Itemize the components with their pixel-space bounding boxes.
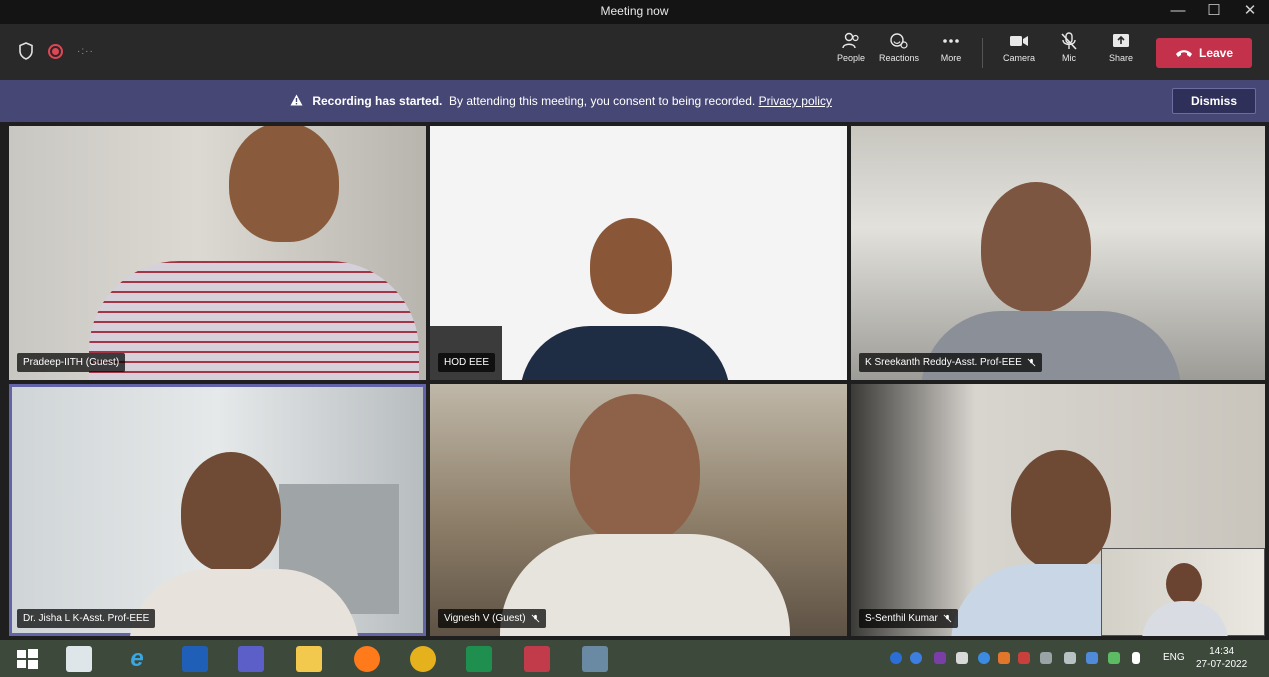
mic-off-icon (1061, 32, 1077, 50)
people-icon (842, 32, 859, 49)
recording-banner: Recording has started. By attending this… (0, 80, 1269, 122)
mic-button[interactable]: Mic (1044, 32, 1094, 74)
mic-label: Mic (1062, 53, 1076, 63)
teams-icon[interactable] (238, 646, 264, 672)
more-label: More (940, 53, 962, 63)
leave-label: Leave (1198, 46, 1234, 60)
share-label: Share (1108, 53, 1134, 63)
chrome-icon[interactable] (410, 646, 436, 672)
flag-tray-icon[interactable] (956, 652, 968, 664)
video-person (229, 126, 339, 242)
toolbar-divider (982, 38, 983, 68)
participant-name: Vignesh V (Guest) (444, 613, 526, 624)
hang-up-icon (1175, 50, 1192, 57)
file-explorer-icon[interactable] (296, 646, 322, 672)
tray-icon[interactable] (890, 652, 902, 664)
meeting-timer: ·:·· (77, 45, 94, 57)
participant-name: Pradeep-IITH (Guest) (23, 357, 120, 368)
reactions-icon (890, 33, 908, 49)
participant-nameplate: K Sreekanth Reddy-Asst. Prof-EEE (859, 353, 1042, 372)
internet-explorer-icon[interactable]: e (124, 646, 150, 672)
video-grid: Pradeep-IITH (Guest) HOD EEE K Sreekanth… (0, 122, 1269, 640)
video-person (1011, 450, 1111, 570)
windows-taskbar: e ENG 14:34 27-07-2022 (0, 640, 1269, 677)
share-button[interactable]: Share (1096, 32, 1146, 74)
participant-tile-active[interactable]: Dr. Jisha L K-Asst. Prof-EEE (9, 384, 426, 636)
participant-tile[interactable]: Vignesh V (Guest) (430, 384, 847, 636)
banner-message: Recording has started. By attending this… (290, 94, 832, 108)
banner-strong-text: Recording has started. (312, 94, 443, 108)
more-icon (943, 39, 959, 43)
reactions-button[interactable]: Reactions (874, 32, 924, 74)
participant-tile[interactable]: S-Senthil Kumar (851, 384, 1265, 636)
language-indicator[interactable]: ENG (1163, 652, 1185, 663)
tray-icon[interactable] (978, 652, 990, 664)
taskbar-clock[interactable]: 14:34 27-07-2022 (1196, 645, 1247, 671)
participant-name: HOD EEE (444, 357, 490, 368)
tray-icon[interactable] (910, 652, 922, 664)
archive-app-icon[interactable] (582, 646, 608, 672)
mic-off-icon (943, 614, 952, 623)
shield-icon[interactable] (18, 42, 34, 60)
video-person (981, 182, 1091, 312)
video-person-body (520, 326, 730, 380)
participant-tile[interactable]: Pradeep-IITH (Guest) (9, 126, 426, 380)
battery-icon[interactable] (1132, 652, 1140, 664)
participant-name: Dr. Jisha L K-Asst. Prof-EEE (23, 613, 150, 624)
participant-nameplate: Pradeep-IITH (Guest) (17, 353, 126, 372)
close-button[interactable]: ✕ (1232, 0, 1268, 24)
participant-nameplate: Dr. Jisha L K-Asst. Prof-EEE (17, 609, 156, 628)
people-button[interactable]: People (826, 32, 876, 74)
window-title: Meeting now (600, 4, 669, 18)
people-label: People (836, 53, 866, 63)
camera-label: Camera (1002, 53, 1035, 63)
participant-tile[interactable]: HOD EEE (430, 126, 847, 380)
tray-icon[interactable] (998, 652, 1010, 664)
self-view-video[interactable] (1101, 548, 1265, 636)
network-icon[interactable] (1064, 652, 1076, 664)
onenote-tray-icon[interactable] (934, 652, 946, 664)
video-person (570, 394, 700, 544)
minimize-button[interactable]: — (1160, 0, 1196, 24)
participant-nameplate: Vignesh V (Guest) (438, 609, 546, 628)
title-bar: Meeting now — ☐ ✕ (0, 0, 1269, 24)
participant-name: S-Senthil Kumar (865, 613, 938, 624)
participant-nameplate: HOD EEE (438, 353, 496, 372)
warning-icon (290, 94, 303, 106)
clock-time: 14:34 (1209, 646, 1235, 657)
privacy-policy-link[interactable]: Privacy policy (759, 94, 832, 108)
recording-icon (48, 43, 63, 59)
participant-nameplate: S-Senthil Kumar (859, 609, 958, 628)
self-view-person (1166, 563, 1202, 605)
leave-button[interactable]: Leave (1156, 38, 1252, 68)
camera-button[interactable]: Camera (994, 32, 1044, 74)
maximize-button[interactable]: ☐ (1196, 0, 1232, 24)
video-person-body (89, 261, 419, 380)
meeting-toolbar: ·:·· People Reactions More Camera Mic Sh… (0, 24, 1269, 80)
r-app-icon[interactable] (182, 646, 208, 672)
participant-name: K Sreekanth Reddy-Asst. Prof-EEE (865, 357, 1022, 368)
self-view-person-body (1142, 601, 1228, 636)
firefox-icon[interactable] (354, 646, 380, 672)
clock-date: 27-07-2022 (1196, 659, 1248, 670)
more-button[interactable]: More (926, 32, 976, 74)
tray-icon[interactable] (1086, 652, 1098, 664)
task-view-icon[interactable] (66, 646, 92, 672)
security-tray-icon[interactable] (1018, 652, 1030, 664)
reactions-label: Reactions (878, 53, 920, 63)
tray-icon[interactable] (1108, 652, 1120, 664)
excel-icon[interactable] (466, 646, 492, 672)
video-person (181, 452, 281, 572)
participant-tile[interactable]: K Sreekanth Reddy-Asst. Prof-EEE (851, 126, 1265, 380)
dismiss-button[interactable]: Dismiss (1172, 88, 1256, 114)
camera-icon (1010, 36, 1028, 46)
tray-icon[interactable] (1040, 652, 1052, 664)
pdf-reader-icon[interactable] (524, 646, 550, 672)
video-person (590, 218, 672, 314)
share-icon (1113, 34, 1129, 47)
windows-start-icon[interactable] (14, 646, 40, 672)
banner-text: By attending this meeting, you consent t… (449, 94, 756, 108)
mic-off-icon (1027, 358, 1036, 367)
mic-off-icon (531, 614, 539, 623)
